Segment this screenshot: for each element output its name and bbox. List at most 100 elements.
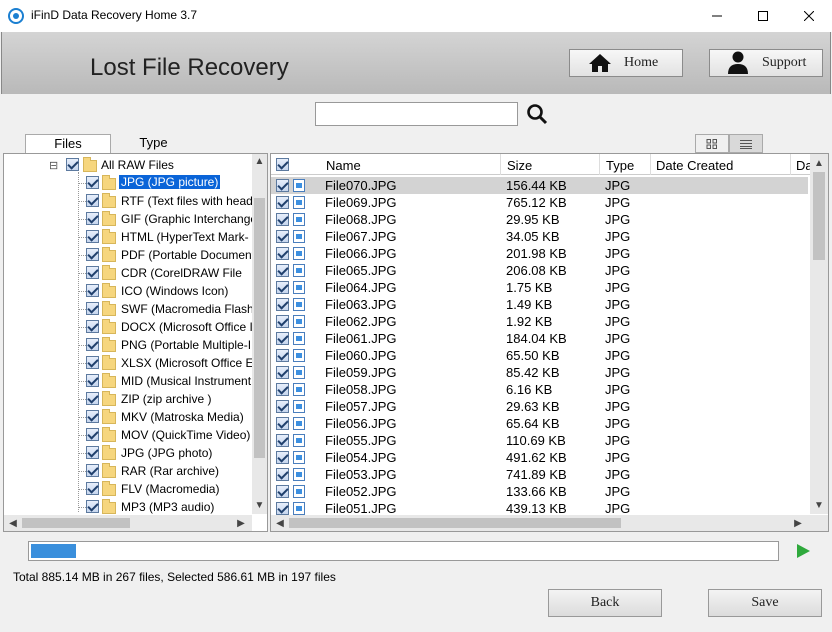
tree-item[interactable]: MID (Musical Instrument [4,372,254,390]
row-checkbox[interactable] [276,366,289,379]
tree-item-checkbox[interactable] [86,212,99,225]
select-all-checkbox[interactable] [276,158,289,171]
tree-item-checkbox[interactable] [86,356,99,369]
row-checkbox[interactable] [276,451,289,464]
tree-item-checkbox[interactable] [86,410,99,423]
scroll-right-icon[interactable]: ▶ [234,515,248,531]
tree-item[interactable]: FLV (Macromedia) [4,480,254,498]
table-row[interactable]: File064.JPG 1.75 KB JPG [271,279,808,296]
tree-item[interactable]: ICO (Windows Icon) [4,282,254,300]
row-checkbox[interactable] [276,485,289,498]
row-checkbox[interactable] [276,383,289,396]
tree-item-checkbox[interactable] [86,230,99,243]
tree-item-checkbox[interactable] [86,248,99,261]
tree-item-checkbox[interactable] [86,266,99,279]
tree-item[interactable]: HTML (HyperText Mark- [4,228,254,246]
minimize-button[interactable] [694,0,740,32]
tree-item-checkbox[interactable] [86,446,99,459]
tree-item-checkbox[interactable] [86,374,99,387]
table-row[interactable]: File067.JPG 34.05 KB JPG [271,228,808,245]
play-icon[interactable] [794,542,812,560]
scroll-up-icon[interactable]: ▲ [252,154,267,168]
tree-item-checkbox[interactable] [86,194,99,207]
row-checkbox[interactable] [276,247,289,260]
column-header-type[interactable]: Type [600,154,651,175]
collapse-toggle-icon[interactable]: ⊟ [49,159,58,172]
tree-item-checkbox[interactable] [86,428,99,441]
row-checkbox[interactable] [276,417,289,430]
tree-item[interactable]: DOCX (Microsoft Office I [4,318,254,336]
row-checkbox[interactable] [276,434,289,447]
table-row[interactable]: File066.JPG 201.98 KB JPG [271,245,808,262]
row-checkbox[interactable] [276,468,289,481]
row-checkbox[interactable] [276,502,289,515]
tree-root[interactable]: ⊟ All RAW Files [4,156,254,174]
row-checkbox[interactable] [276,213,289,226]
row-checkbox[interactable] [276,196,289,209]
table-row[interactable]: File052.JPG 133.66 KB JPG [271,483,808,500]
tree-item-checkbox[interactable] [86,338,99,351]
row-checkbox[interactable] [276,264,289,277]
back-button[interactable]: Back [548,589,662,617]
table-row[interactable]: File056.JPG 65.64 KB JPG [271,415,808,432]
home-button[interactable]: Home [569,49,683,77]
tree-item[interactable]: JPG (JPG photo) [4,444,254,462]
table-row[interactable]: File070.JPG 156.44 KB JPG [271,177,808,194]
search-icon[interactable] [526,103,548,125]
list-vertical-scrollbar[interactable]: ▲ ▼ [810,154,828,514]
scroll-right-icon[interactable]: ▶ [791,515,805,531]
row-checkbox[interactable] [276,298,289,311]
tree-item[interactable]: MOV (QuickTime Video) [4,426,254,444]
table-row[interactable]: File062.JPG 1.92 KB JPG [271,313,808,330]
tree-item-checkbox[interactable] [86,464,99,477]
row-checkbox[interactable] [276,400,289,413]
tab-files[interactable]: Files [25,134,111,153]
tree-item[interactable]: SWF (Macromedia Flash) [4,300,258,318]
scroll-thumb[interactable] [22,518,130,528]
tree-item[interactable]: ZIP (zip archive ) [4,390,254,408]
table-row[interactable]: File053.JPG 741.89 KB JPG [271,466,808,483]
scroll-thumb[interactable] [813,172,825,260]
tree-item[interactable]: MKV (Matroska Media) [4,408,254,426]
scroll-up-icon[interactable]: ▲ [810,156,828,170]
scroll-down-icon[interactable]: ▼ [252,498,267,512]
scroll-thumb[interactable] [289,518,621,528]
row-checkbox[interactable] [276,315,289,328]
list-horizontal-scrollbar[interactable]: ◀ ▶ [271,515,828,531]
table-row[interactable]: File063.JPG 1.49 KB JPG [271,296,808,313]
column-header-date-created[interactable]: Date Created [651,154,791,175]
tree-item-checkbox[interactable] [86,482,99,495]
table-row[interactable]: File069.JPG 765.12 KB JPG [271,194,808,211]
table-row[interactable]: File058.JPG 6.16 KB JPG [271,381,808,398]
tree-item[interactable]: PNG (Portable Multiple-I [4,336,254,354]
column-header-name[interactable]: Name [320,154,501,175]
tree-item-checkbox[interactable] [86,176,99,189]
tree-item[interactable]: RTF (Text files with heade [4,192,260,210]
table-row[interactable]: File057.JPG 29.63 KB JPG [271,398,808,415]
tree-item[interactable]: JPG (JPG picture) [4,174,254,192]
table-row[interactable]: File060.JPG 65.50 KB JPG [271,347,808,364]
tree-item-checkbox[interactable] [86,284,99,297]
search-input[interactable] [315,102,518,126]
tree-vertical-scrollbar[interactable]: ▲ ▼ [252,154,267,514]
tree-item[interactable]: CDR (CorelDRAW File [4,264,254,282]
column-header-size[interactable]: Size [501,154,600,175]
root-checkbox[interactable] [66,158,79,171]
tree-item[interactable]: XLSX (Microsoft Office Ex [4,354,260,372]
tree-item[interactable]: PDF (Portable Document [4,246,255,264]
tree-horizontal-scrollbar[interactable]: ◀ ▶ [4,515,252,531]
tree-item[interactable]: RAR (Rar archive) [4,462,254,480]
table-row[interactable]: File061.JPG 184.04 KB JPG [271,330,808,347]
table-row[interactable]: File054.JPG 491.62 KB JPG [271,449,808,466]
row-checkbox[interactable] [276,230,289,243]
table-row[interactable]: File065.JPG 206.08 KB JPG [271,262,808,279]
table-row[interactable]: File068.JPG 29.95 KB JPG [271,211,808,228]
maximize-button[interactable] [740,0,786,32]
close-button[interactable] [786,0,832,32]
scroll-down-icon[interactable]: ▼ [810,498,828,512]
thumbnail-view-button[interactable] [695,134,729,153]
row-checkbox[interactable] [276,349,289,362]
support-button[interactable]: Support [709,49,823,77]
tree-item-checkbox[interactable] [86,392,99,405]
tree-item[interactable]: MP3 (MP3 audio) [4,498,254,516]
